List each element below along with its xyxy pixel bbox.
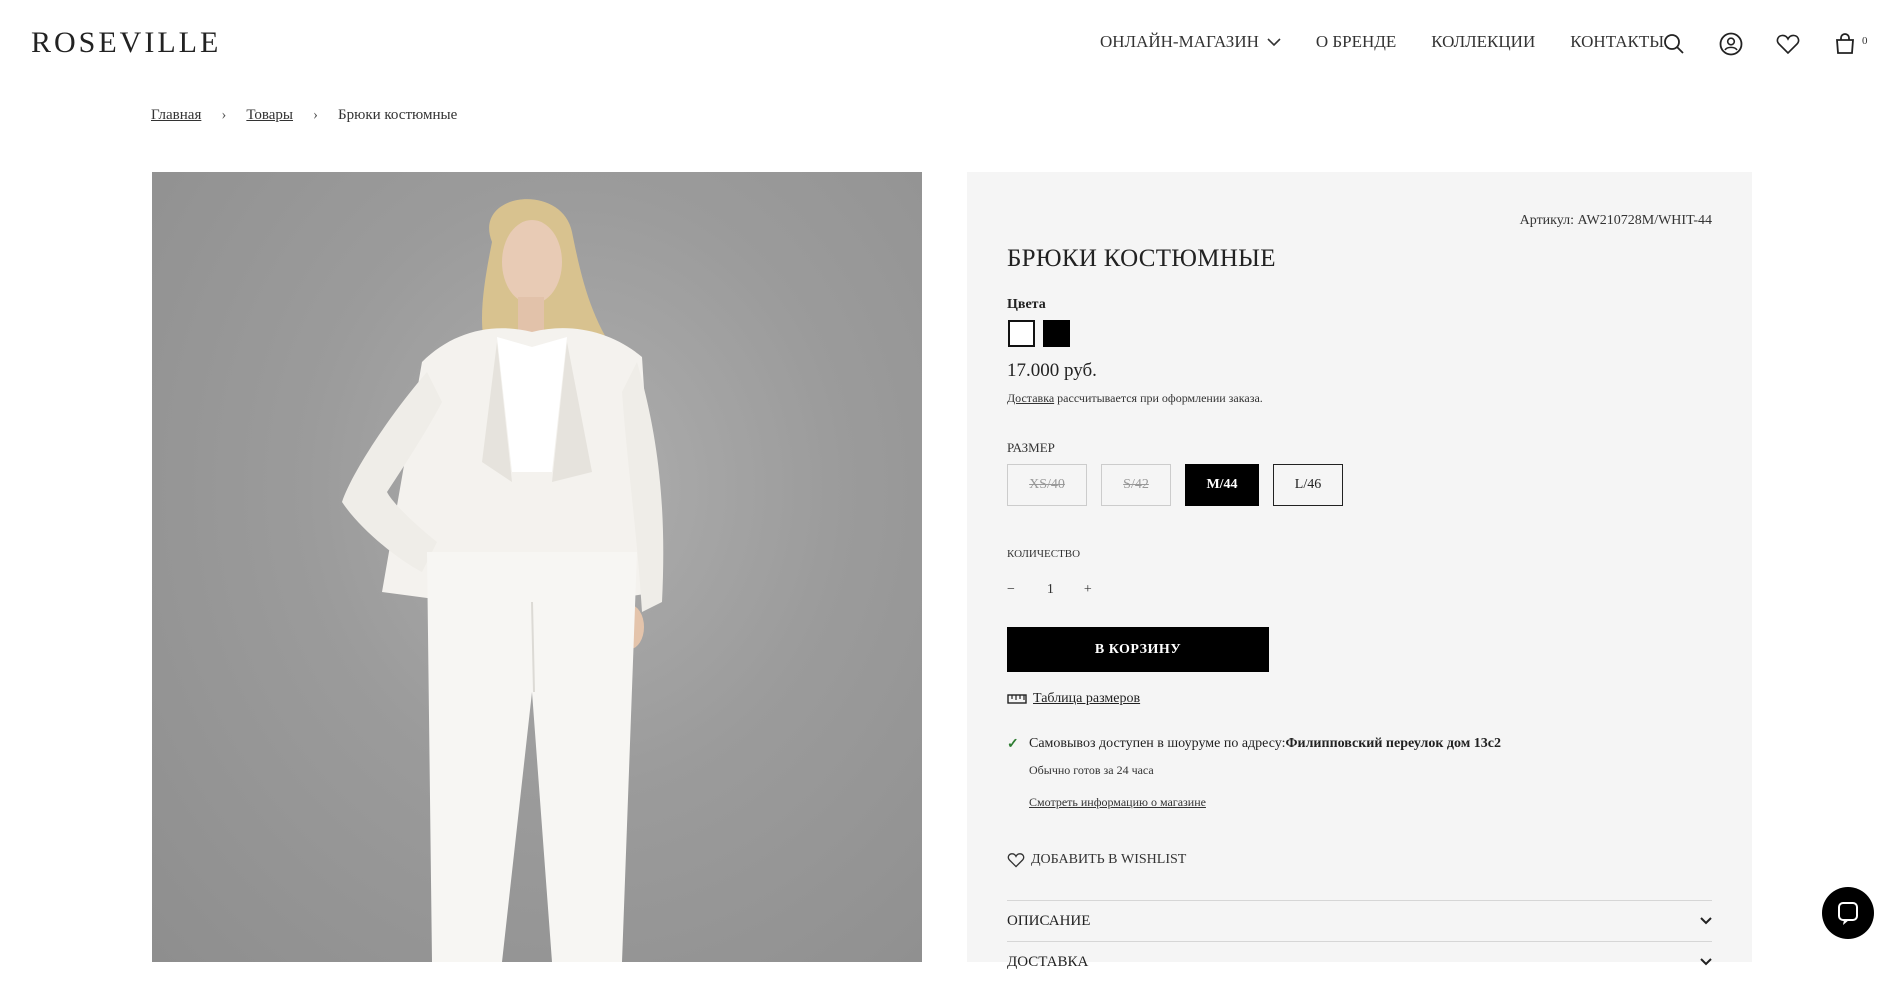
size-option-xs[interactable]: XS/40 [1007, 464, 1087, 506]
size-option-l[interactable]: L/46 [1273, 464, 1343, 506]
size-table-label: Таблица размеров [1033, 691, 1141, 706]
colors-label: Цвета [1007, 297, 1046, 312]
add-to-wishlist-button[interactable]: ДОБАВИТЬ В WISHLIST [1007, 852, 1186, 868]
product-info-panel: Артикул: AW210728M/WHIT-44 БРЮКИ КОСТЮМН… [967, 172, 1752, 970]
nav-online-shop-label: ОНЛАЙН-МАГАЗИН [1100, 32, 1259, 51]
heart-icon [1007, 853, 1025, 868]
check-icon: ✓ [1007, 737, 1019, 752]
main-nav: ОНЛАЙН-МАГАЗИН О БРЕНДЕ КОЛЛЕКЦИИ КОНТАК… [1100, 32, 1699, 52]
chat-icon [1838, 902, 1858, 925]
chevron-down-icon [1700, 917, 1712, 925]
add-to-cart-button[interactable]: В КОРЗИНУ [1007, 627, 1269, 672]
quantity-increase-button[interactable]: + [1084, 582, 1092, 598]
nav-about-brand[interactable]: О БРЕНДЕ [1316, 32, 1396, 52]
header-icons: 0 [1660, 30, 1868, 58]
chat-button[interactable] [1822, 887, 1874, 939]
size-table-link[interactable]: Таблица размеров [1007, 691, 1140, 707]
product-photo[interactable] [152, 172, 922, 962]
cart-count-badge: 0 [1862, 35, 1868, 47]
chevron-down-icon [1267, 38, 1281, 47]
nav-contacts[interactable]: КОНТАКТЫ [1570, 32, 1664, 52]
delivery-link[interactable]: Доставка [1007, 391, 1054, 405]
quantity-decrease-button[interactable]: − [1007, 582, 1015, 598]
breadcrumb-home[interactable]: Главная [151, 107, 201, 124]
breadcrumb: Главная › Товары › Брюки костюмные [151, 107, 457, 124]
brand-logo[interactable]: ROSEVILLE [31, 26, 221, 60]
delivery-note-text: рассчитывается при оформлении заказа. [1054, 391, 1263, 405]
size-label: РАЗМЕР [1007, 440, 1055, 455]
pickup-info: ✓ Самовывоз доступен в шоуруме по адресу… [1007, 736, 1501, 753]
account-icon[interactable] [1717, 30, 1745, 58]
product-sku: Артикул: AW210728M/WHIT-44 [1519, 213, 1712, 228]
quantity-stepper: − 1 + [1007, 582, 1092, 598]
pickup-address: Филипповский переулок дом 13с2 [1285, 736, 1501, 751]
color-swatch-black[interactable] [1043, 320, 1070, 347]
color-swatches [1008, 320, 1078, 347]
pickup-ready-time: Обычно готов за 24 часа [1029, 763, 1154, 777]
accordion-description-label: ОПИСАНИЕ [1007, 912, 1091, 929]
size-option-m[interactable]: M/44 [1185, 464, 1259, 506]
wishlist-label: ДОБАВИТЬ В WISHLIST [1031, 852, 1187, 867]
chevron-down-icon [1700, 958, 1712, 966]
breadcrumb-products[interactable]: Товары [246, 107, 293, 124]
accordion-delivery-label: ДОСТАВКА [1007, 953, 1089, 970]
color-swatch-white[interactable] [1008, 320, 1035, 347]
size-option-s[interactable]: S/42 [1101, 464, 1171, 506]
cart-bag-icon[interactable] [1831, 30, 1859, 58]
size-selector: XS/40 S/42 M/44 L/46 [1007, 464, 1357, 506]
search-icon[interactable] [1660, 30, 1688, 58]
site-header: ROSEVILLE ОНЛАЙН-МАГАЗИН О БРЕНДЕ КОЛЛЕК… [0, 0, 1897, 85]
delivery-note: Доставка рассчитывается при оформлении з… [1007, 391, 1263, 406]
nav-online-shop[interactable]: ОНЛАЙН-МАГАЗИН [1100, 32, 1281, 52]
breadcrumb-separator: › [221, 107, 227, 123]
product-title: БРЮКИ КОСТЮМНЫЕ [1007, 245, 1276, 272]
pickup-text: Самовывоз доступен в шоуруме по адресу: [1029, 736, 1286, 751]
nav-collections[interactable]: КОЛЛЕКЦИИ [1431, 32, 1535, 52]
wishlist-heart-icon[interactable] [1774, 30, 1802, 58]
accordion-description[interactable]: ОПИСАНИЕ [1007, 900, 1712, 941]
quantity-value[interactable]: 1 [1047, 582, 1054, 598]
model-figure [342, 199, 664, 962]
product-price: 17.000 руб. [1007, 360, 1097, 381]
quantity-label: КОЛИЧЕСТВО [1007, 548, 1081, 560]
ruler-icon [1007, 694, 1027, 704]
store-info-link[interactable]: Смотреть информацию о магазине [1029, 795, 1206, 810]
breadcrumb-separator: › [313, 107, 319, 123]
breadcrumb-current: Брюки костюмные [338, 107, 458, 123]
